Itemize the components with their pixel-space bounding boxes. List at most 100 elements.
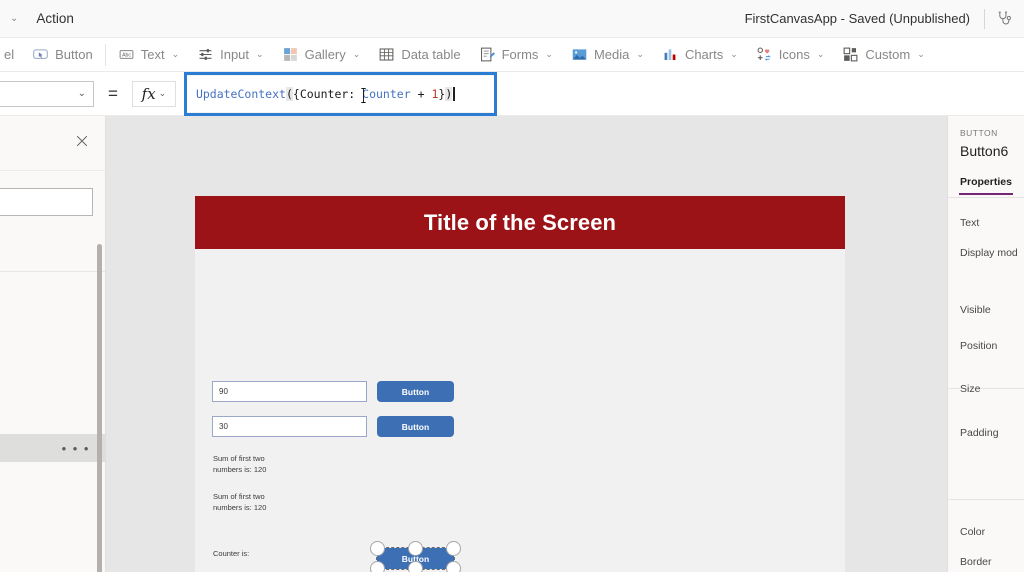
canvas-area[interactable]: Title of the Screen 90 30 Button Button … bbox=[106, 116, 947, 572]
toolbar-item-charts-label: Charts bbox=[684, 47, 724, 62]
text-abc-icon: Abc bbox=[119, 50, 134, 59]
toolbar-item-icons[interactable]: Icons ⌄ bbox=[747, 38, 834, 71]
property-label-color[interactable]: Color bbox=[960, 526, 985, 538]
custom-blocks-icon bbox=[843, 47, 858, 62]
chevron-down-icon[interactable]: ⌄ bbox=[917, 49, 925, 60]
left-panel-scrollbar[interactable] bbox=[97, 244, 102, 572]
more-options-icon[interactable]: • • • bbox=[62, 442, 90, 455]
text-input-first-number-value: 90 bbox=[219, 387, 228, 396]
toolbar-item-forms[interactable]: Forms ⌄ bbox=[470, 38, 562, 71]
toolbar-item-button-text: Button bbox=[55, 47, 93, 62]
canvas-button-1[interactable]: Button bbox=[377, 381, 454, 402]
close-icon bbox=[76, 135, 88, 147]
button-icon bbox=[33, 49, 48, 59]
formula-token-operator: + bbox=[417, 86, 425, 101]
text-input-second-number[interactable]: 30 bbox=[212, 416, 367, 437]
chevron-down-icon[interactable]: ⌄ bbox=[636, 49, 644, 60]
toolbar-item-gallery[interactable]: Gallery ⌄ bbox=[273, 38, 370, 71]
property-label-border[interactable]: Border bbox=[960, 556, 992, 568]
formula-token-space-1 bbox=[355, 87, 362, 101]
resize-handle-top-left[interactable] bbox=[370, 541, 385, 556]
control-name-label: Button6 bbox=[960, 143, 1009, 159]
toolbar-item-text[interactable]: Abc Text ⌄ bbox=[109, 38, 188, 71]
canvas-button-2[interactable]: Button bbox=[377, 416, 454, 437]
top-bar-right: FirstCanvasApp - Saved (Unpublished) bbox=[745, 0, 1024, 37]
toolbar-item-label[interactable]: el bbox=[0, 38, 23, 71]
forms-icon bbox=[480, 47, 495, 62]
top-bar: ⌄ Action FirstCanvasApp - Saved (Unpubli… bbox=[0, 0, 1024, 38]
toolbar-item-forms-label: Forms bbox=[501, 47, 539, 62]
app-checker-button[interactable] bbox=[985, 0, 1024, 38]
left-panel-selected-row[interactable]: • • • bbox=[0, 434, 105, 462]
toolbar-item-custom[interactable]: Custom ⌄ bbox=[833, 38, 933, 71]
chevron-down-icon[interactable]: ⌄ bbox=[545, 49, 553, 60]
chevron-down-icon[interactable]: ⌄ bbox=[817, 49, 825, 60]
sliders-icon bbox=[199, 49, 212, 60]
gallery-icon bbox=[283, 48, 297, 61]
screen-title-text: Title of the Screen bbox=[423, 209, 617, 235]
top-bar-menus: ⌄ Action bbox=[0, 0, 86, 37]
fx-expand-button[interactable]: fx ⌄ bbox=[131, 80, 176, 107]
formula-token-space-2 bbox=[411, 87, 418, 101]
svg-text:Abc: Abc bbox=[122, 52, 131, 58]
left-tree-panel: • • • bbox=[0, 116, 106, 572]
menu-item-action[interactable]: Action bbox=[24, 0, 86, 38]
toolbar-divider bbox=[104, 43, 106, 66]
label-counter[interactable]: Counter is: bbox=[213, 549, 323, 560]
properties-divider-1 bbox=[948, 197, 1024, 198]
menu-overflow-caret-icon[interactable]: ⌄ bbox=[4, 13, 24, 24]
chevron-down-icon[interactable]: ⌄ bbox=[172, 49, 180, 60]
text-input-first-number[interactable]: 90 bbox=[212, 381, 367, 402]
left-panel-search-input[interactable] bbox=[0, 188, 93, 216]
table-icon bbox=[379, 48, 394, 61]
chevron-down-icon[interactable]: ⌄ bbox=[353, 49, 361, 60]
formula-input[interactable]: UpdateContext({Counter: Counter + 1}) bbox=[186, 74, 494, 113]
app-title: FirstCanvasApp - Saved (Unpublished) bbox=[744, 11, 970, 26]
toolbar-item-charts[interactable]: Charts ⌄ bbox=[653, 38, 747, 71]
formula-token-number: 1 bbox=[431, 86, 439, 101]
canvas-button-2-label: Button bbox=[401, 421, 430, 432]
resize-handle-bottom-right[interactable] bbox=[446, 561, 461, 572]
control-kind-label: BUTTON bbox=[960, 128, 998, 138]
canvas-button-1-label: Button bbox=[401, 386, 430, 397]
chevron-down-icon[interactable]: ⌄ bbox=[730, 49, 738, 60]
formula-token-key: Counter: bbox=[299, 86, 356, 101]
label-sum-result-1[interactable]: Sum of first two numbers is: 120 bbox=[213, 454, 323, 476]
property-label-display-mode[interactable]: Display mod bbox=[960, 247, 1018, 259]
screen-title-banner[interactable]: Title of the Screen bbox=[195, 196, 845, 249]
resize-handle-top-right[interactable] bbox=[446, 541, 461, 556]
formula-token-close-paren: ) bbox=[445, 86, 453, 101]
property-label-position[interactable]: Position bbox=[960, 340, 997, 352]
formula-token-close-brace: } bbox=[438, 86, 446, 101]
formula-token-open-paren: ( bbox=[285, 86, 293, 101]
icons-grid-icon bbox=[757, 47, 771, 61]
toolbar-item-button[interactable]: Button bbox=[23, 38, 102, 71]
toolbar-item-input[interactable]: Input ⌄ bbox=[188, 38, 272, 71]
toolbar-item-text-label: Text bbox=[140, 47, 165, 62]
text-input-second-number-value: 30 bbox=[219, 422, 228, 431]
property-label-size[interactable]: Size bbox=[960, 383, 980, 395]
property-label-padding[interactable]: Padding bbox=[960, 427, 999, 439]
toolbar-item-media[interactable]: Media ⌄ bbox=[562, 38, 653, 71]
bar-chart-icon bbox=[664, 49, 676, 61]
text-cursor bbox=[453, 86, 455, 101]
resize-handle-bottom-left[interactable] bbox=[370, 561, 385, 572]
left-panel-divider bbox=[0, 271, 105, 272]
equals-sign: = bbox=[108, 84, 118, 103]
property-label-text[interactable]: Text bbox=[960, 217, 979, 229]
formula-input-focus-ring: UpdateContext({Counter: Counter + 1}) bbox=[183, 71, 497, 116]
resize-handle-top-center[interactable] bbox=[408, 541, 423, 556]
formula-bar: ⌄ = fx ⌄ UpdateContext({Counter: Counter… bbox=[0, 71, 1024, 116]
chevron-down-icon: ⌄ bbox=[158, 88, 167, 98]
left-panel-close-button[interactable] bbox=[73, 132, 91, 150]
property-label-visible[interactable]: Visible bbox=[960, 304, 991, 316]
properties-panel: BUTTON Button6 Properties Text Display m… bbox=[947, 116, 1024, 572]
tab-properties[interactable]: Properties bbox=[960, 176, 1012, 188]
label-sum-result-2[interactable]: Sum of first two numbers is: 120 bbox=[213, 492, 323, 514]
chevron-down-icon[interactable]: ⌄ bbox=[256, 49, 264, 60]
toolbar-item-data-table[interactable]: Data table bbox=[369, 38, 469, 71]
property-selector-dropdown[interactable]: ⌄ bbox=[0, 80, 94, 107]
toolbar-item-gallery-label: Gallery bbox=[304, 47, 346, 62]
app-screen[interactable]: Title of the Screen 90 30 Button Button … bbox=[195, 196, 845, 572]
resize-handle-bottom-center[interactable] bbox=[408, 561, 423, 572]
